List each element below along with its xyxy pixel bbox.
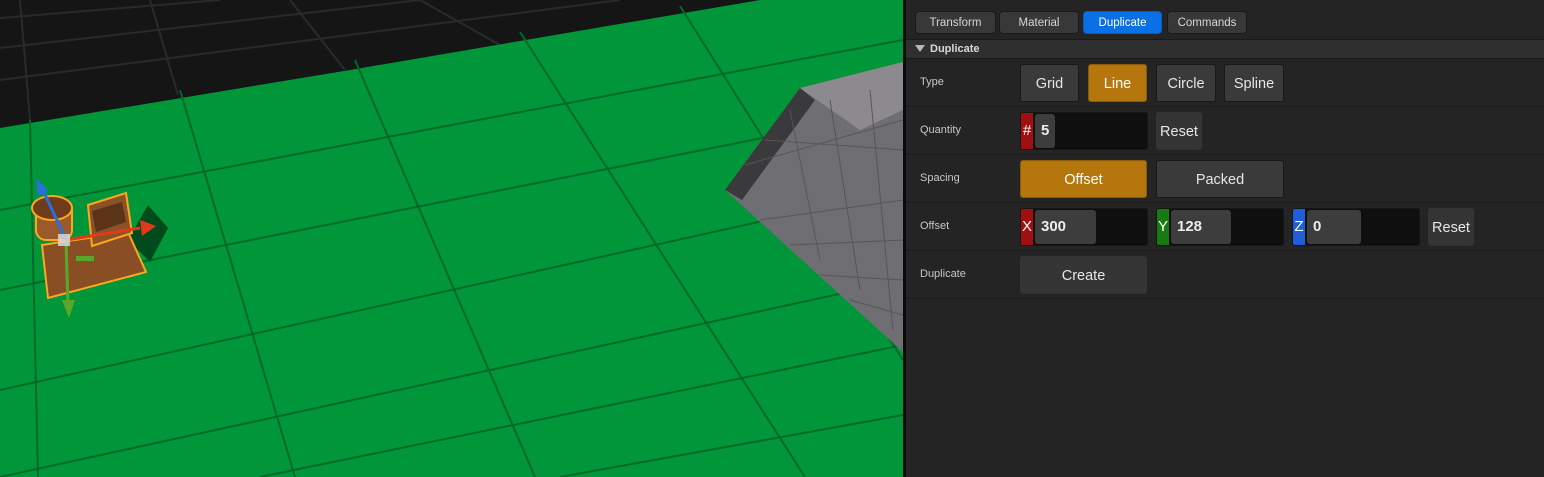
duplicate-row: Duplicate Create [906,251,1544,299]
type-circle-button[interactable]: Circle [1156,64,1216,102]
type-row: Type Grid Line Circle Spline [906,59,1544,107]
tool-panel: Transform Material Duplicate Commands Du… [906,0,1544,477]
offset-label: Offset [920,220,950,232]
z-axis-tag: Z [1293,209,1305,245]
offset-z-value[interactable]: 0 [1307,210,1361,244]
tab-material[interactable]: Material [999,11,1079,34]
spacing-offset-button[interactable]: Offset [1020,160,1147,198]
create-button[interactable]: Create [1020,256,1147,294]
section-header-duplicate[interactable]: Duplicate [906,39,1544,59]
tab-transform[interactable]: Transform [915,11,996,34]
tab-commands[interactable]: Commands [1167,11,1247,34]
viewport-scene [0,0,903,477]
type-spline-button[interactable]: Spline [1224,64,1284,102]
quantity-reset-button[interactable]: Reset [1156,112,1202,150]
gizmo-center-handle[interactable] [58,234,70,246]
spacing-label: Spacing [920,172,960,184]
type-label: Type [920,76,944,88]
quantity-row: Quantity # 5 Reset [906,107,1544,155]
quantity-value[interactable]: 5 [1035,114,1055,148]
gizmo-plane-handle[interactable] [76,256,94,261]
offset-y-value[interactable]: 128 [1171,210,1231,244]
offset-x-field[interactable]: X 300 [1020,208,1148,246]
offset-x-value[interactable]: 300 [1035,210,1096,244]
offset-reset-button[interactable]: Reset [1428,208,1474,246]
offset-z-field[interactable]: Z 0 [1292,208,1420,246]
type-grid-button[interactable]: Grid [1020,64,1079,102]
duplicate-label: Duplicate [920,268,966,280]
type-line-button[interactable]: Line [1088,64,1147,102]
quantity-field[interactable]: # 5 [1020,112,1148,150]
section-title: Duplicate [930,43,980,55]
offset-y-field[interactable]: Y 128 [1156,208,1284,246]
quantity-label: Quantity [920,124,961,136]
x-axis-tag: X [1021,209,1033,245]
gizmo-y-axis[interactable] [64,239,70,307]
tab-duplicate[interactable]: Duplicate [1083,11,1162,34]
spacing-packed-button[interactable]: Packed [1156,160,1284,198]
spacing-row: Spacing Offset Packed [906,155,1544,203]
quantity-prefix: # [1021,113,1033,149]
offset-row: Offset X 300 Y 128 Z 0 Reset [906,203,1544,251]
viewport-3d[interactable] [0,0,903,477]
y-axis-tag: Y [1157,209,1169,245]
expand-caret-icon[interactable] [915,45,925,52]
